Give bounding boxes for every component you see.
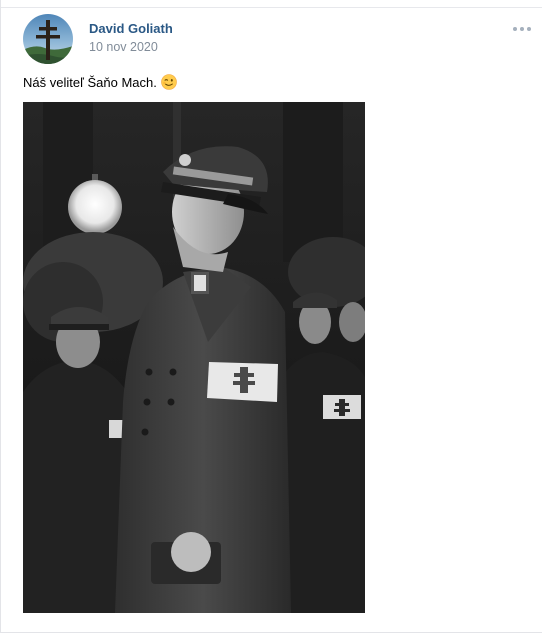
- wall-post: David Goliath 10 nov 2020 Náš veliteľ Ša…: [0, 0, 542, 633]
- winking-face-emoji-icon: [161, 74, 177, 90]
- post-date[interactable]: 10 nov 2020: [89, 40, 158, 54]
- post-top-divider: [1, 0, 542, 8]
- avatar-image: [23, 14, 73, 64]
- author-avatar[interactable]: [23, 14, 73, 64]
- post-text: Náš veliteľ Šaňo Mach.: [23, 74, 157, 90]
- post-text-row: Náš veliteľ Šaňo Mach.: [23, 74, 177, 90]
- author-name[interactable]: David Goliath: [89, 21, 173, 36]
- photo-image: [23, 102, 365, 613]
- post-photo[interactable]: [23, 102, 365, 613]
- more-options-icon[interactable]: [511, 22, 533, 36]
